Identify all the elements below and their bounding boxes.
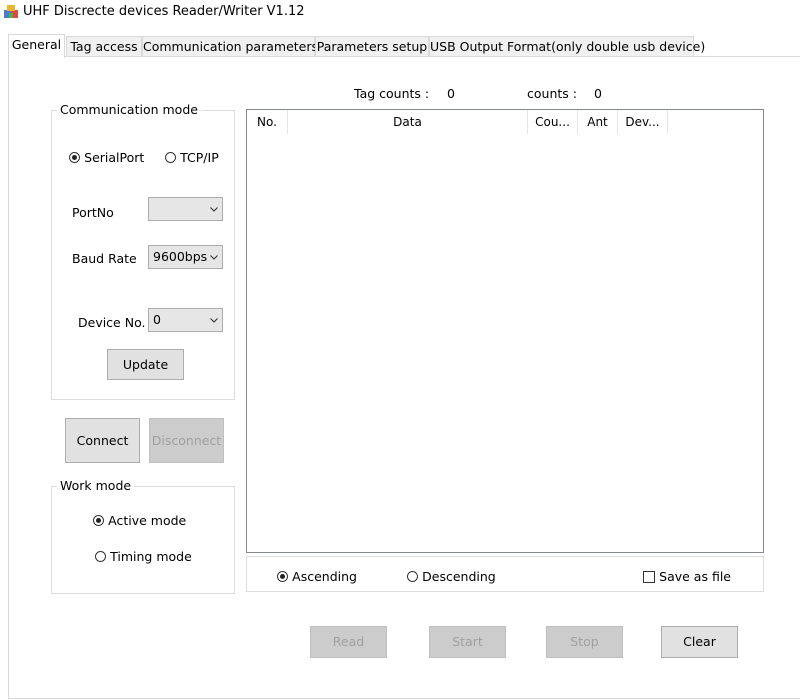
read-button[interactable]: Read xyxy=(310,626,387,658)
serialport-radio[interactable]: SerialPort xyxy=(69,150,144,166)
update-button[interactable]: Update xyxy=(107,349,184,380)
ascending-radio[interactable]: Ascending xyxy=(277,569,357,585)
tcpip-label: TCP/IP xyxy=(180,150,219,165)
window-title: UHF Discrecte devices Reader/Writer V1.1… xyxy=(23,4,305,19)
descending-radio-indicator[interactable] xyxy=(407,571,418,582)
save-as-file-checkbox[interactable]: Save as file xyxy=(643,569,731,585)
timing-mode-radio[interactable]: Timing mode xyxy=(95,549,192,565)
device-no-select[interactable]: 0 xyxy=(148,308,223,332)
tab-usb-output-format[interactable]: USB Output Format(only double usb device… xyxy=(429,36,705,56)
active-mode-radio-indicator[interactable] xyxy=(93,515,104,526)
connect-button[interactable]: Connect xyxy=(65,418,140,463)
counts-label: counts : xyxy=(527,86,577,101)
tab-tag-access[interactable]: Tag access xyxy=(66,36,142,56)
tag-counts-value: 0 xyxy=(447,86,455,101)
descending-radio[interactable]: Descending xyxy=(407,569,496,585)
work-mode-title: Work mode xyxy=(57,478,135,493)
disconnect-button[interactable]: Disconnect xyxy=(149,418,224,463)
stop-button[interactable]: Stop xyxy=(546,626,623,658)
tcpip-radio-indicator[interactable] xyxy=(165,152,176,163)
chevron-down-icon xyxy=(210,255,218,260)
work-mode-group xyxy=(51,486,235,594)
active-mode-label: Active mode xyxy=(108,513,187,528)
ascending-label: Ascending xyxy=(292,569,357,584)
start-button[interactable]: Start xyxy=(429,626,506,658)
device-no-label: Device No. xyxy=(78,315,146,330)
counts-value: 0 xyxy=(594,86,602,101)
tab-general[interactable]: General xyxy=(8,34,65,58)
tag-counts-label: Tag counts : xyxy=(354,86,430,101)
column-header-ant[interactable]: Ant xyxy=(578,110,618,134)
baud-rate-value: 9600bps xyxy=(153,249,208,264)
serialport-radio-indicator[interactable] xyxy=(69,152,80,163)
portno-label: PortNo xyxy=(72,205,114,220)
column-header-count[interactable]: Cou... xyxy=(528,110,578,134)
active-mode-radio[interactable]: Active mode xyxy=(93,513,186,529)
title-bar: UHF Discrecte devices Reader/Writer V1.1… xyxy=(0,0,800,24)
column-header-no[interactable]: No. xyxy=(247,110,288,134)
communication-mode-title: Communication mode xyxy=(57,102,201,117)
chevron-down-icon xyxy=(210,207,218,212)
clear-button[interactable]: Clear xyxy=(661,626,738,658)
timing-mode-label: Timing mode xyxy=(110,549,192,564)
tab-parameters-setup[interactable]: Parameters setup xyxy=(315,36,429,56)
tag-list-view[interactable]: No. Data Cou... Ant Dev... xyxy=(246,109,764,553)
device-no-value: 0 xyxy=(153,312,161,327)
descending-label: Descending xyxy=(422,569,496,584)
baud-rate-select[interactable]: 9600bps xyxy=(148,245,223,269)
baud-rate-label: Baud Rate xyxy=(72,251,137,266)
ascending-radio-indicator[interactable] xyxy=(277,571,288,582)
chevron-down-icon xyxy=(210,318,218,323)
save-as-file-checkbox-indicator[interactable] xyxy=(643,571,655,583)
tab-communication-parameters[interactable]: Communication parameters xyxy=(142,36,318,56)
timing-mode-radio-indicator[interactable] xyxy=(95,551,106,562)
tab-strip: General Tag access Communication paramet… xyxy=(0,34,800,58)
serialport-label: SerialPort xyxy=(84,150,145,165)
column-header-data[interactable]: Data xyxy=(288,110,528,134)
app-icon xyxy=(4,5,18,18)
column-header-device[interactable]: Dev... xyxy=(618,110,668,134)
save-as-file-label: Save as file xyxy=(659,569,731,584)
portno-select[interactable] xyxy=(148,197,223,221)
tcpip-radio[interactable]: TCP/IP xyxy=(165,150,219,166)
